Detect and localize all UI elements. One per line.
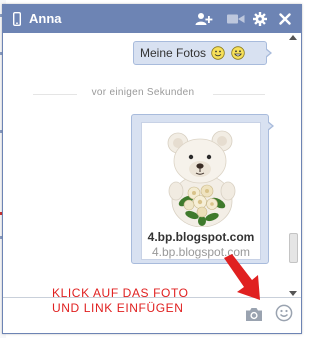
phone-icon [13, 12, 21, 26]
instruction-annotation: KLICK AUF DAS FOTO UND LINK EINFÜGEN [52, 286, 189, 316]
bubble-tail [267, 122, 272, 130]
annotation-line: UND LINK EINFÜGEN [52, 301, 184, 315]
scroll-up-icon[interactable] [289, 35, 297, 40]
message-bubble: Meine Fotos [133, 41, 272, 65]
gear-icon[interactable] [253, 12, 267, 26]
teddy-bear-photo[interactable] [152, 129, 250, 227]
divider [213, 94, 265, 95]
video-call-icon[interactable] [227, 12, 245, 26]
red-arrow-icon [224, 254, 260, 300]
add-friend-icon[interactable] [195, 12, 213, 26]
close-icon[interactable] [279, 12, 291, 26]
grin-emoji [231, 46, 245, 60]
shared-link-bubble[interactable]: 4.bp.blogspot.com 4.bp.blogspot.com [131, 114, 274, 264]
scrollbar[interactable] [288, 35, 299, 296]
smile-emoji [211, 46, 226, 60]
bubble-tail [265, 49, 270, 57]
chat-contact-name[interactable]: Anna [29, 11, 62, 26]
link-title[interactable]: 4.bp.blogspot.com [142, 230, 260, 244]
annotation-line: KLICK AUF DAS FOTO [52, 286, 189, 300]
scroll-down-icon[interactable] [289, 291, 297, 296]
scrollbar-thumb[interactable] [289, 233, 298, 263]
message-timestamp: vor einigen Sekunden [91, 87, 195, 98]
emoji-icon[interactable] [275, 304, 293, 322]
link-preview-card[interactable]: 4.bp.blogspot.com 4.bp.blogspot.com [141, 122, 261, 260]
message-text: Meine Fotos [140, 45, 207, 60]
camera-icon[interactable] [245, 306, 263, 322]
chat-titlebar[interactable]: Anna [3, 5, 301, 33]
